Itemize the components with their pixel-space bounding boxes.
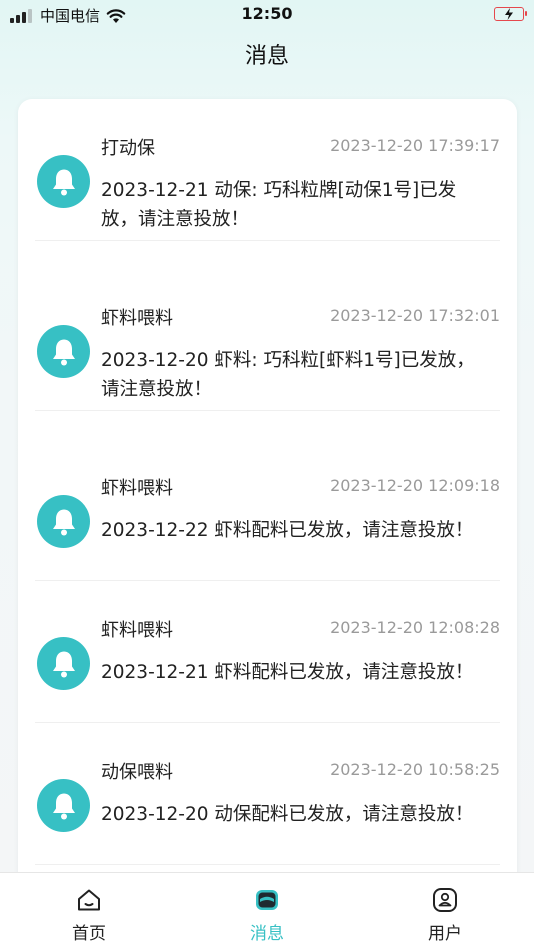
bell-icon — [37, 325, 90, 378]
message-item[interactable]: 虾料喂料 2023-12-20 12:09:18 2023-12-22 虾料配料… — [18, 439, 517, 581]
bell-icon — [37, 637, 90, 690]
message-body: 2023-12-20 动保配料已发放，请注意投放！ — [101, 804, 474, 825]
tab-user[interactable]: 用户 — [356, 873, 534, 950]
divider — [35, 240, 500, 241]
message-title: 虾料喂料 — [101, 620, 173, 641]
message-time: 2023-12-20 12:09:18 — [330, 476, 500, 495]
message-item[interactable]: 打动保 2023-12-20 17:39:17 2023-12-21 动保: 巧… — [18, 99, 517, 241]
page-title: 消息 — [244, 44, 289, 69]
message-time: 2023-12-20 12:08:28 — [330, 618, 500, 637]
message-title: 动保喂料 — [101, 762, 173, 783]
user-icon — [433, 888, 457, 912]
tab-messages[interactable]: 消息 — [178, 873, 356, 950]
message-title: 虾料喂料 — [101, 478, 173, 499]
message-title: 虾料喂料 — [101, 308, 173, 329]
divider — [35, 864, 500, 865]
battery-charging-icon — [494, 7, 527, 21]
divider — [35, 410, 500, 411]
message-time: 2023-12-20 10:58:25 — [330, 760, 500, 779]
home-icon — [78, 889, 100, 911]
tab-label: 首页 — [72, 924, 106, 944]
message-title: 打动保 — [101, 138, 155, 159]
message-body: 2023-12-20 虾料: 巧科粒[虾料1号]已发放，请注意投放！ — [101, 350, 475, 400]
message-list-card: 打动保 2023-12-20 17:39:17 2023-12-21 动保: 巧… — [18, 99, 517, 899]
tab-bar: 首页 消息 用户 — [0, 872, 534, 950]
message-time: 2023-12-20 17:32:01 — [330, 306, 500, 325]
message-item[interactable]: 动保喂料 2023-12-20 10:58:25 2023-12-20 动保配料… — [18, 723, 517, 865]
status-bar: 中国电信 12:50 — [0, 0, 534, 30]
message-time: 2023-12-20 17:39:17 — [330, 136, 500, 155]
message-body: 2023-12-22 虾料配料已发放，请注意投放！ — [101, 520, 474, 541]
message-body: 2023-12-21 动保: 巧科粒牌[动保1号]已发放，请注意投放！ — [101, 180, 457, 230]
tab-home[interactable]: 首页 — [0, 873, 178, 950]
tab-label: 用户 — [428, 924, 462, 944]
message-item[interactable]: 虾料喂料 2023-12-20 12:08:28 2023-12-21 虾料配料… — [18, 581, 517, 723]
message-icon — [256, 890, 278, 910]
bell-icon — [37, 155, 90, 208]
message-item[interactable]: 虾料喂料 2023-12-20 17:32:01 2023-12-20 虾料: … — [18, 269, 517, 411]
bell-icon — [37, 779, 90, 832]
message-body: 2023-12-21 虾料配料已发放，请注意投放！ — [101, 662, 474, 683]
tab-label: 消息 — [250, 924, 284, 944]
status-time: 12:50 — [241, 4, 293, 23]
bell-icon — [37, 495, 90, 548]
